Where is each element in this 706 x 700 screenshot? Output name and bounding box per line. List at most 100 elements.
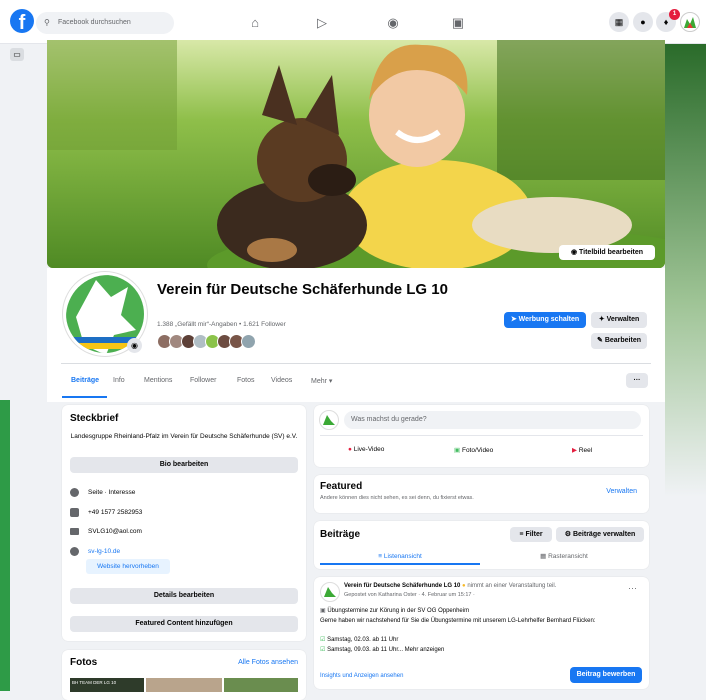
category-text: Seite · Interesse [88, 489, 136, 497]
boost-post-button[interactable]: Beitrag bewerben [570, 667, 642, 683]
composer-input[interactable]: Was machst du gerade? [344, 411, 641, 429]
photo-thumbnail[interactable] [224, 678, 298, 692]
page-title: Verein für Deutsche Schäferhunde LG 10 [157, 281, 448, 298]
reel-button[interactable]: ▶ Reel [572, 446, 592, 454]
phone-icon [70, 508, 79, 517]
mail-icon [70, 528, 79, 535]
featured-title: Featured [320, 481, 363, 492]
marketplace-icon[interactable]: ◉ [383, 14, 403, 32]
info-category: Seite · Interesse [70, 488, 135, 497]
post-options-icon[interactable]: ··· [628, 583, 637, 593]
active-tab-indicator [62, 396, 107, 398]
list-view-tab[interactable]: ≡ Listenansicht [320, 548, 480, 565]
pencil-icon: ✎ [596, 337, 603, 344]
check-icon: ☑ [320, 637, 326, 643]
info-email: SVLG10@aol.com [70, 528, 142, 535]
megaphone-icon: ➤ [510, 316, 517, 323]
facebook-logo-icon[interactable]: f [10, 9, 34, 33]
posts-title: Beiträge [320, 529, 361, 540]
messenger-icon[interactable]: ● [633, 12, 653, 32]
list-view-label: Listenansicht [383, 553, 422, 560]
post-author-avatar[interactable] [320, 582, 340, 602]
intro-bio: Landesgruppe Rheinland-Pfalz im Verein f… [70, 433, 298, 440]
check-icon: ☑ [320, 647, 326, 653]
tab-videos[interactable]: Videos [271, 377, 292, 384]
page-header: ◉ Verein für Deutsche Schäferhunde LG 10… [47, 268, 665, 402]
info-phone: +49 1577 2582953 [70, 508, 142, 517]
highlight-website-button[interactable]: Website hervorheben [86, 559, 170, 574]
right-background [665, 44, 706, 691]
posts-header-card: Beiträge ≡ Filter ⚙ Beiträge verwalten ≡… [314, 521, 649, 569]
manage-posts-button[interactable]: ⚙ Beiträge verwalten [556, 527, 644, 542]
change-avatar-camera-icon[interactable]: ◉ [127, 338, 142, 353]
manage-posts-label: Beiträge verwalten [572, 531, 636, 538]
photo-video-label: Foto/Video [461, 447, 494, 454]
grid-view-label: Rasteransicht [548, 553, 588, 560]
all-photos-link[interactable]: Alle Fotos ansehen [238, 659, 298, 666]
post-line-1: ▣ Übungstermine zur Körung in der SV OG … [320, 607, 469, 614]
grid-view-tab[interactable]: ▦ Rasteransicht [484, 548, 644, 565]
edit-details-button[interactable]: Details bearbeiten [70, 588, 298, 604]
live-video-button[interactable]: ● Live-Video [348, 446, 384, 453]
tab-beitraege[interactable]: Beiträge [71, 377, 99, 384]
tab-mehr[interactable]: Mehr ▾ [311, 377, 332, 385]
post-line-3: ☑ Samstag, 02.03. ab 11 Uhr [320, 636, 398, 643]
photo-thumbnail[interactable] [146, 678, 222, 692]
reel-icon: ▶ [572, 447, 577, 454]
top-navigation-bar: f ⚲ Facebook durchsuchen ⌂ ▷ ◉ ▣ ▦ ● ♦ 1 [0, 0, 706, 44]
photos-title: Fotos [70, 657, 98, 668]
composer-divider [320, 435, 643, 436]
tab-fotos[interactable]: Fotos [237, 377, 255, 384]
website-link[interactable]: sv-lg-10.de [88, 548, 120, 555]
info-website: sv-lg-10.de [70, 547, 120, 556]
filter-label: Filter [525, 531, 543, 538]
photo-thumbnail[interactable]: BH TEAM DER LG 10 [70, 678, 144, 692]
insights-link[interactable]: Insights und Anzeigen ansehen [320, 673, 403, 679]
phone-text: +49 1577 2582953 [88, 509, 143, 517]
gaming-icon[interactable]: ▣ [448, 14, 468, 32]
notifications-icon[interactable]: ♦ 1 [656, 9, 680, 32]
globe-icon [70, 547, 79, 556]
post-line-3-text: Samstag, 02.03. ab 11 Uhr [327, 637, 399, 643]
post-line-1-text: Übungstermine zur Körung in der SV OG Op… [327, 608, 470, 614]
search-input[interactable]: ⚲ Facebook durchsuchen [36, 12, 174, 34]
home-icon[interactable]: ⌂ [245, 14, 265, 32]
filter-button[interactable]: ≡ Filter [510, 527, 552, 542]
tools-icon: ✦ [598, 316, 605, 323]
menu-grid-icon[interactable]: ▦ [609, 12, 629, 32]
profile-avatar[interactable] [680, 12, 700, 32]
live-video-label: Live-Video [353, 446, 385, 453]
post-card: Verein für Deutsche Schäferhunde LG 10 ●… [314, 577, 649, 689]
manage-button[interactable]: ✦ Verwalten [591, 312, 647, 328]
post-composer: Was machst du gerade? ● Live-Video ▣ Fot… [314, 405, 649, 467]
photo-video-button[interactable]: ▣ Foto/Video [454, 446, 493, 454]
search-placeholder: Facebook durchsuchen [58, 19, 131, 26]
post-header: Verein für Deutsche Schäferhunde LG 10 ●… [344, 583, 614, 589]
post-line-4-text[interactable]: Samstag, 09.03. ab 11 Uhr... Mehr anzeig… [327, 647, 444, 653]
tab-follower[interactable]: Follower [190, 377, 216, 384]
post-author[interactable]: Verein für Deutsche Schäferhunde LG 10 [344, 583, 460, 589]
post-line-4: ☑ Samstag, 09.03. ab 11 Uhr... Mehr anze… [320, 646, 444, 653]
switch-profile-icon[interactable]: ▭ [10, 48, 24, 61]
featured-card: Featured Andere können dies nicht sehen,… [314, 475, 649, 513]
follower-avatars [157, 334, 256, 354]
tab-mentions[interactable]: Mentions [144, 377, 172, 384]
filter-icon: ≡ [519, 531, 524, 538]
more-options-button[interactable]: ··· [626, 373, 648, 388]
add-featured-button[interactable]: Featured Content hinzufügen [70, 616, 298, 632]
edit-bio-button[interactable]: Bio bearbeiten [70, 457, 298, 473]
edit-cover-button[interactable]: ◉ Titelbild bearbeiten [559, 245, 655, 260]
edit-page-button[interactable]: ✎ Bearbeiten [591, 333, 647, 349]
live-video-icon: ● [348, 446, 352, 453]
featured-manage-link[interactable]: Verwalten [606, 488, 637, 495]
event-emoji-icon: ● [462, 583, 466, 589]
video-icon[interactable]: ▷ [312, 14, 332, 32]
intro-title: Steckbrief [70, 413, 119, 424]
advertise-button[interactable]: ➤ Werbung schalten [504, 312, 586, 328]
page-stats: 1.388 „Gefällt mir“-Angaben • 1.621 Foll… [157, 321, 286, 328]
manage-label: Verwalten [606, 316, 640, 323]
tab-info[interactable]: Info [113, 377, 125, 384]
advertise-label: Werbung schalten [518, 316, 580, 323]
header-divider [61, 363, 651, 364]
featured-subtitle: Andere können dies nicht sehen, es sei d… [320, 495, 474, 501]
